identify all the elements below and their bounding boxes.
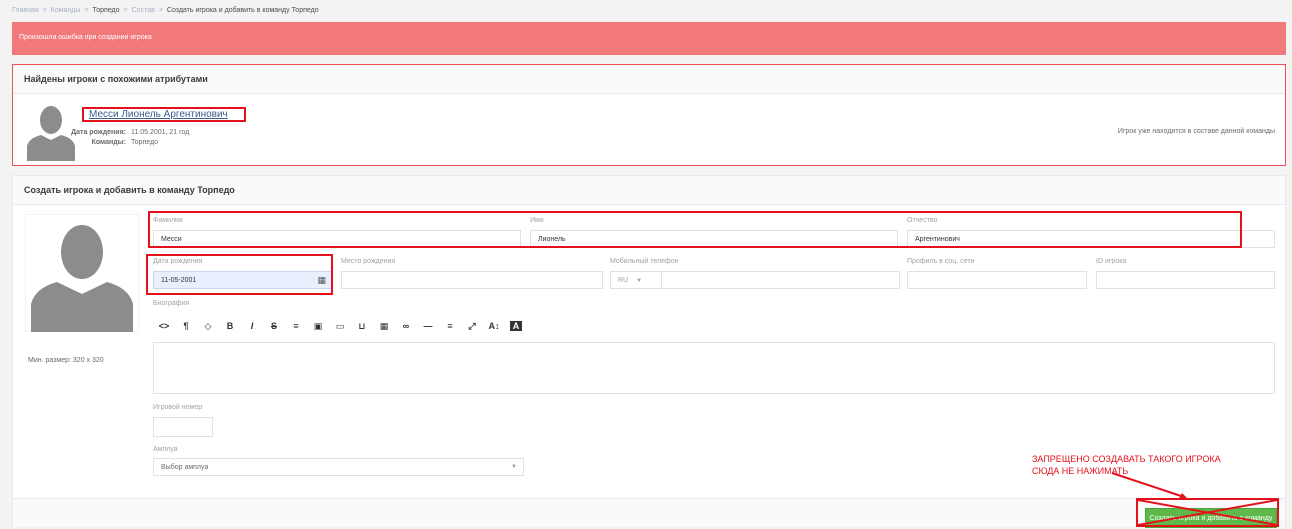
player-number-label: Игровой номер bbox=[153, 404, 203, 411]
breadcrumb-roster[interactable]: Состав bbox=[132, 7, 155, 14]
align-icon[interactable]: ≡ bbox=[439, 321, 461, 331]
similar-players-title: Найдены игроки с похожими атрибутами bbox=[13, 65, 1285, 94]
list-icon[interactable]: ≡ bbox=[285, 321, 307, 331]
annotation-arrows bbox=[1111, 472, 1279, 527]
link-icon[interactable]: ∞ bbox=[395, 321, 417, 331]
code-view-icon[interactable]: <> bbox=[153, 321, 175, 331]
annotation-box-name-fields bbox=[148, 211, 1242, 248]
teams-value: Торпедо bbox=[131, 139, 159, 146]
phone-country-select[interactable]: RU ▼ bbox=[610, 271, 662, 289]
create-player-title: Создать игрока и добавить в команду Торп… bbox=[13, 176, 1285, 205]
birth-place-label: Место рождения bbox=[341, 258, 396, 265]
birth-value: 11.05.2001, 21 год bbox=[131, 129, 190, 136]
position-label: Амплуа bbox=[153, 446, 178, 453]
video-icon[interactable]: ▭ bbox=[329, 321, 351, 332]
annotation-box-player-name bbox=[82, 107, 246, 122]
error-alert-message: Произошла ошибка при создании игрока bbox=[19, 34, 152, 41]
player-id-input[interactable] bbox=[1096, 271, 1275, 289]
phone-input[interactable] bbox=[661, 271, 900, 289]
breadcrumb-home[interactable]: Главная bbox=[12, 7, 39, 14]
paragraph-icon[interactable]: ¶ bbox=[175, 321, 197, 331]
birth-info: Дата рождения: 11.05.2001, 21 год bbox=[33, 129, 189, 136]
fullscreen-icon[interactable]: ⤢ bbox=[461, 321, 483, 332]
already-in-team-note: Игрок уже находится в составе данной ком… bbox=[1117, 128, 1275, 135]
biography-label: Биография bbox=[153, 300, 190, 307]
breadcrumb-current: Создать игрока и добавить в команду Торп… bbox=[166, 7, 319, 14]
form-footer: Создать игрока и добавить в команду bbox=[13, 498, 1285, 528]
horizontal-rule-icon[interactable]: — bbox=[417, 321, 439, 331]
error-alert: Произошла ошибка при создании игрока bbox=[12, 22, 1286, 55]
strikethrough-icon[interactable]: S bbox=[263, 321, 285, 331]
breadcrumb-team[interactable]: Торпедо bbox=[93, 7, 120, 14]
chevron-down-icon: ▼ bbox=[511, 464, 517, 470]
color-drop-icon[interactable]: ◇ bbox=[197, 321, 219, 332]
image-icon[interactable]: ▣ bbox=[307, 321, 329, 332]
position-select[interactable]: Выбор амплуа ▼ bbox=[153, 458, 524, 476]
player-id-label: ID игрока bbox=[1096, 258, 1127, 265]
position-select-value: Выбор амплуа bbox=[161, 464, 209, 471]
table-icon[interactable]: ▦ bbox=[373, 321, 395, 332]
biography-editor[interactable] bbox=[153, 342, 1275, 394]
social-profile-input[interactable] bbox=[907, 271, 1087, 289]
birth-place-input[interactable] bbox=[341, 271, 603, 289]
phone-label: Мобильный телефон bbox=[610, 258, 679, 265]
annotation-box-birth-date bbox=[146, 254, 333, 295]
font-size-icon[interactable]: A↕ bbox=[483, 321, 505, 331]
min-size-hint: Мин. размер: 320 x 320 bbox=[28, 357, 104, 364]
teams-info: Команды: Торпедо bbox=[33, 139, 158, 146]
player-number-input[interactable] bbox=[153, 417, 213, 437]
phone-country-code: RU bbox=[618, 277, 629, 284]
birth-label: Дата рождения: bbox=[71, 129, 126, 136]
social-profile-label: Профиль в соц. сети bbox=[907, 258, 975, 265]
teams-label: Команды: bbox=[91, 139, 126, 146]
italic-icon[interactable]: I bbox=[241, 321, 263, 331]
annotation-line-1: ЗАПРЕЩЕНО СОЗДАВАТЬ ТАКОГО ИГРОКА bbox=[1032, 454, 1221, 464]
editor-toolbar: <> ¶ ◇ B I S ≡ ▣ ▭ ⊔ ▦ ∞ — ≡ ⤢ A↕ A bbox=[153, 321, 522, 335]
text-color-icon[interactable]: A bbox=[510, 321, 522, 331]
bold-icon[interactable]: B bbox=[219, 321, 241, 331]
photo-upload-avatar[interactable] bbox=[25, 214, 139, 332]
upload-icon[interactable]: ⊔ bbox=[351, 321, 373, 332]
chevron-down-icon: ▼ bbox=[636, 278, 643, 284]
breadcrumb-teams[interactable]: Команды bbox=[51, 7, 81, 14]
breadcrumb: Главная > Команды > Торпедо > Состав > Создать и… bbox=[12, 7, 319, 14]
